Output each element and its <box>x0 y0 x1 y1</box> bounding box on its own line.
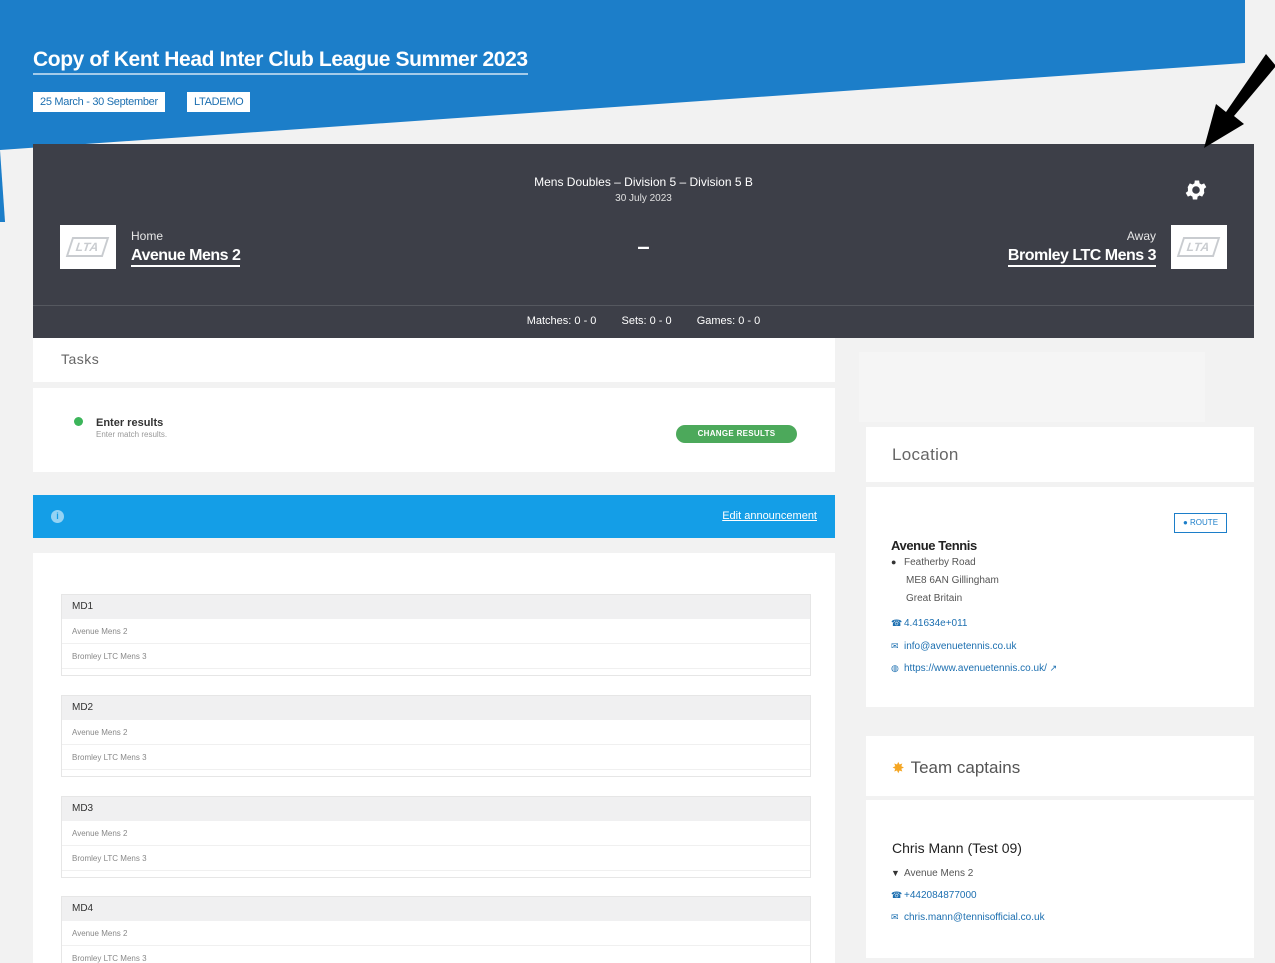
gear-icon[interactable] <box>1183 177 1209 203</box>
phone-icon: ☎ <box>891 890 903 900</box>
match-card: Mens Doubles – Division 5 – Division 5 B… <box>33 144 1254 338</box>
rubber-away-team: Bromley LTC Mens 3 <box>62 846 810 871</box>
rubber-name: MD4 <box>62 897 810 921</box>
captain-name: Chris Mann (Test 09) <box>892 840 1022 856</box>
map-pin-icon: ● <box>891 557 897 567</box>
rubber-md2[interactable]: MD2 Avenue Mens 2 Bromley LTC Mens 3 <box>61 695 811 777</box>
envelope-icon: ✉ <box>891 912 899 922</box>
rubbers-panel: MD1 Avenue Mens 2 Bromley LTC Mens 3 MD2… <box>33 553 835 963</box>
shirt-icon: ▼ <box>891 868 900 878</box>
envelope-icon: ✉ <box>891 641 899 651</box>
phone-icon: ☎ <box>891 618 903 628</box>
match-stats: Matches: 0 - 0 Sets: 0 - 0 Games: 0 - 0 <box>33 315 1254 327</box>
tasks-title: Tasks <box>61 351 100 367</box>
organiser-code-tag: LTADEMO <box>187 92 251 112</box>
rubber-away-team: Bromley LTC Mens 3 <box>62 946 810 963</box>
rubber-name: MD1 <box>62 595 810 619</box>
competition-title: Mens Doubles – Division 5 – Division 5 B <box>534 175 753 189</box>
rubber-md3[interactable]: MD3 Avenue Mens 2 Bromley LTC Mens 3 <box>61 796 811 878</box>
venue-phone-link[interactable]: ☎ 4.41634e+011 <box>891 618 968 629</box>
announcement-bar: i Edit announcement <box>33 495 835 538</box>
rubber-away-team: Bromley LTC Mens 3 <box>62 644 810 669</box>
edit-announcement-link[interactable]: Edit announcement <box>722 510 817 522</box>
date-range-tag: 25 March - 30 September <box>33 92 165 112</box>
external-link-icon: ↗ <box>1049 663 1058 673</box>
sets-stat: Sets: 0 - 0 <box>621 315 672 327</box>
location-header: Location <box>866 427 1254 482</box>
venue-email-link[interactable]: ✉ info@avenuetennis.co.uk <box>891 641 1016 652</box>
away-label: Away <box>1126 229 1156 243</box>
rubber-name: MD3 <box>62 797 810 821</box>
captain-team: ▼ Avenue Mens 2 <box>891 868 974 879</box>
rubber-home-team: Avenue Mens 2 <box>62 921 810 946</box>
info-icon: i <box>51 510 64 523</box>
venue-street: ● Featherby Road <box>891 557 976 568</box>
rubber-home-team: Avenue Mens 2 <box>62 720 810 745</box>
status-dot-icon <box>74 417 83 426</box>
task-item: Enter results Enter match results. CHANG… <box>33 388 835 472</box>
venue-website-link[interactable]: ◍ https://www.avenuetennis.co.uk/ ↗ <box>891 663 1063 674</box>
venue-postcode-city: ME8 6AN Gillingham <box>906 575 999 586</box>
games-stat: Games: 0 - 0 <box>696 315 761 327</box>
league-title[interactable]: Copy of Kent Head Inter Club League Summ… <box>33 48 528 75</box>
captain-phone-link[interactable]: ☎ +442084877000 <box>891 890 977 901</box>
captain-card: Chris Mann (Test 09) ▼ Avenue Mens 2 ☎ +44… <box>866 800 1254 958</box>
task-subtitle: Enter match results. <box>96 430 168 439</box>
rubber-home-team: Avenue Mens 2 <box>62 821 810 846</box>
globe-icon: ◍ <box>891 663 899 673</box>
away-team-logo: LTA <box>1171 225 1227 269</box>
map-pin-icon: ● <box>1182 518 1188 527</box>
match-date: 30 July 2023 <box>615 193 672 204</box>
rubber-home-team: Avenue Mens 2 <box>62 619 810 644</box>
rubber-name: MD2 <box>62 696 810 720</box>
captains-header: ✸ Team captains <box>866 736 1254 796</box>
people-icon: ✸ <box>892 760 905 777</box>
rubber-md1[interactable]: MD1 Avenue Mens 2 Bromley LTC Mens 3 <box>61 594 811 676</box>
location-details: ● ROUTE Avenue Tennis ● Featherby Road ME… <box>866 487 1254 707</box>
captains-title: ✸ Team captains <box>892 758 1021 777</box>
blank-panel <box>859 352 1205 422</box>
tasks-header: Tasks <box>33 338 835 382</box>
venue-name: Avenue Tennis <box>891 538 977 553</box>
task-title: Enter results <box>96 417 164 429</box>
captain-email-link[interactable]: ✉ chris.mann@tennisofficial.co.uk <box>891 912 1045 923</box>
annotation-arrow-icon <box>1204 54 1275 148</box>
rubber-away-team: Bromley LTC Mens 3 <box>62 745 810 770</box>
location-title: Location <box>892 445 959 464</box>
venue-country: Great Britain <box>906 593 963 604</box>
route-button[interactable]: ● ROUTE <box>1174 513 1227 533</box>
away-team-link[interactable]: Bromley LTC Mens 3 <box>1007 247 1157 267</box>
matches-stat: Matches: 0 - 0 <box>526 315 597 327</box>
change-results-button[interactable]: CHANGE RESULTS <box>676 425 797 443</box>
rubber-md4[interactable]: MD4 Avenue Mens 2 Bromley LTC Mens 3 <box>61 896 811 963</box>
